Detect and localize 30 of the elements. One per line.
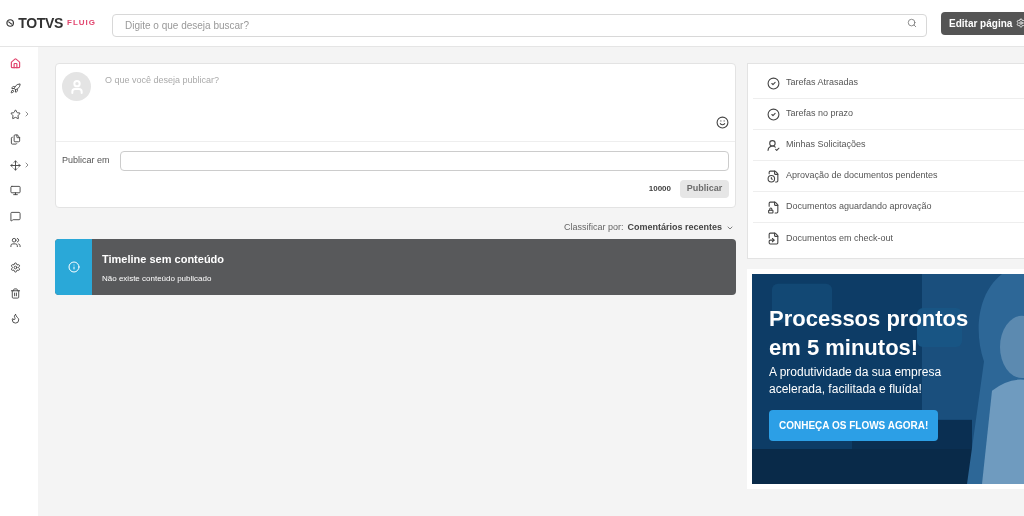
document-clock-icon [767, 169, 780, 183]
search-field[interactable]: Digite o que deseja buscar? [112, 13, 927, 37]
notice-title: Timeline sem conteúdo [102, 251, 225, 267]
info-icon [67, 260, 80, 273]
task-link[interactable]: Minhas Solicitações [753, 130, 1024, 161]
logo-subtext: FLUIG [67, 17, 96, 29]
document-lock-icon [767, 200, 780, 214]
sort-label: Classificar por: [563, 221, 624, 234]
document-icon [767, 232, 780, 245]
avatar [62, 72, 91, 101]
task-link[interactable]: Documentos em check-out [753, 223, 1024, 254]
sort-dropdown[interactable]: Comentários recentes [627, 221, 734, 235]
check-circle-icon [767, 107, 780, 121]
settings-icon [1016, 18, 1024, 28]
task-link[interactable]: Tarefas no prazo [753, 99, 1024, 130]
check-circle-icon [767, 76, 780, 90]
user-check-icon [767, 138, 780, 152]
logo-text: TOTVS [18, 13, 63, 33]
task-link[interactable]: Documentos aguardando aprovação [753, 192, 1024, 223]
task-link[interactable]: Aprovação de documentos pendentes [753, 161, 1024, 192]
publish-in-label: Publicar em [62, 154, 111, 168]
task-link[interactable]: Tarefas Atrasadas [753, 68, 1024, 99]
character-count: 10000 [648, 183, 671, 195]
publish-in-field[interactable] [120, 151, 729, 171]
promo-headline: Processos prontos em 5 minutos! [769, 305, 970, 362]
emoji-icon[interactable] [716, 116, 729, 129]
edit-page-button[interactable]: Editar página [941, 11, 1024, 35]
notice-message: Não existe conteúdo publicado [102, 273, 213, 285]
search-icon[interactable] [907, 17, 917, 28]
promo-subtitle: A produtividade da sua empresa acelerada, facilitada e fluída! [769, 364, 943, 398]
